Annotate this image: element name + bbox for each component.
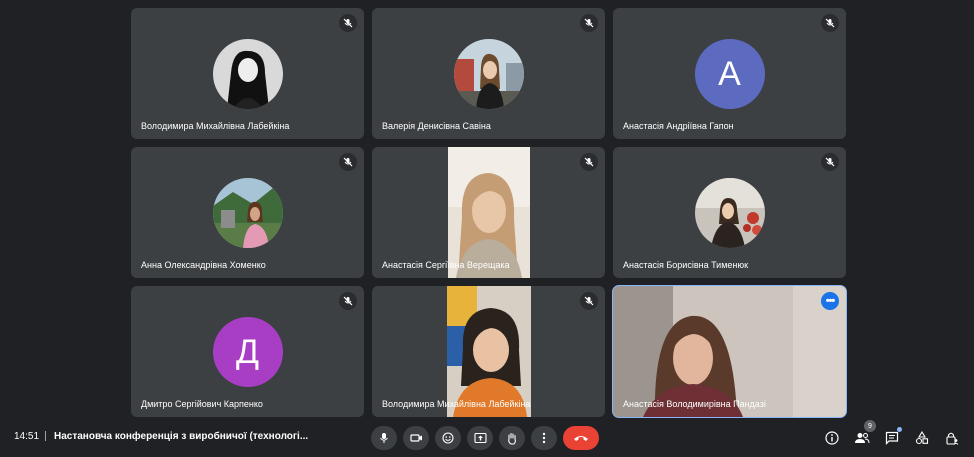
hang-up-icon <box>574 436 588 441</box>
more-options-icon[interactable]: ••• <box>821 292 839 310</box>
people-count-badge: 9 <box>864 420 876 432</box>
side-panel-controls: 9 <box>822 420 962 448</box>
participant-name: Валерія Денисівна Савіна <box>382 121 491 131</box>
participant-name: Володимира Михайлівна Лабейкіна <box>141 121 290 131</box>
camera-button[interactable] <box>403 426 429 450</box>
call-controls <box>371 426 599 450</box>
reactions-button[interactable] <box>435 426 461 450</box>
avatar <box>212 178 283 248</box>
raise-hand-button[interactable] <box>499 426 525 450</box>
participant-name: Дмитро Сергійович Карпенко <box>141 399 263 409</box>
mic-off-icon <box>821 153 839 171</box>
lock-person-icon <box>946 432 959 445</box>
meeting-details-button[interactable] <box>822 428 842 448</box>
meeting-title[interactable]: Настановча конференція з виробничої (тех… <box>54 431 308 442</box>
participant-tile-active[interactable]: ••• Анастасія Володимирівна Пандазі <box>612 285 847 418</box>
activities-icon <box>915 431 929 445</box>
participant-tile[interactable]: Валерія Денисівна Савіна <box>372 8 605 139</box>
clock: 14:51 <box>14 431 40 442</box>
participant-tile[interactable]: Анна Олександрівна Хоменко <box>131 147 364 278</box>
hand-icon <box>508 432 516 445</box>
mic-off-icon <box>580 153 598 171</box>
avatar <box>453 39 524 109</box>
people-button[interactable]: 9 <box>852 420 876 448</box>
mic-off-icon <box>580 14 598 32</box>
camera-icon <box>409 434 422 442</box>
participant-name: Володимира Михайлівна Лабейкіна <box>382 399 531 409</box>
microphone-icon <box>380 433 388 443</box>
emoji-icon <box>442 432 454 444</box>
microphone-button[interactable] <box>371 426 397 450</box>
mic-off-icon <box>339 153 357 171</box>
notification-dot <box>897 427 902 432</box>
avatar <box>694 178 765 248</box>
participant-tile[interactable]: А Анастасія Андріївна Гапон <box>613 8 846 139</box>
info-icon <box>825 431 839 445</box>
avatar-initial: Д <box>235 332 260 371</box>
participant-name: Анастасія Андріївна Гапон <box>623 121 734 131</box>
participant-name: Анастасія Сергіївна Верещака <box>382 260 510 270</box>
mic-off-icon <box>580 292 598 310</box>
chat-button[interactable] <box>882 427 902 448</box>
people-icon <box>855 433 870 444</box>
avatar: Д <box>212 317 283 387</box>
participant-name: Анастасія Володимирівна Пандазі <box>623 399 766 409</box>
mic-off-icon <box>339 292 357 310</box>
avatar <box>212 39 283 109</box>
host-controls-button[interactable] <box>942 428 962 448</box>
mic-off-icon <box>821 14 839 32</box>
video-feed <box>447 147 530 278</box>
mic-off-icon <box>339 14 357 32</box>
participant-tile[interactable]: Анастасія Сергіївна Верещака <box>372 147 605 278</box>
divider <box>45 431 46 441</box>
participant-tile[interactable]: Анастасія Борисівна Тименюк <box>613 147 846 278</box>
video-feed <box>446 286 531 417</box>
leave-call-button[interactable] <box>563 426 599 450</box>
participant-grid: Володимира Михайлівна Лабейкіна Валерія … <box>131 8 847 418</box>
present-button[interactable] <box>467 426 493 450</box>
activities-button[interactable] <box>912 428 932 448</box>
participant-tile[interactable]: Володимира Михайлівна Лабейкіна <box>372 286 605 417</box>
avatar-initial: А <box>718 54 741 93</box>
chat-icon <box>885 431 899 445</box>
bottom-bar: 14:51 Настановча конференція з виробничо… <box>0 415 974 457</box>
participant-name: Анастасія Борисівна Тименюк <box>623 260 749 270</box>
more-options-button[interactable] <box>531 426 557 450</box>
participant-tile[interactable]: Д Дмитро Сергійович Карпенко <box>131 286 364 417</box>
participant-name: Анна Олександрівна Хоменко <box>141 260 266 270</box>
participant-tile[interactable]: Володимира Михайлівна Лабейкіна <box>131 8 364 139</box>
avatar: А <box>694 39 765 109</box>
present-screen-icon <box>473 432 487 444</box>
vertical-dots-icon <box>542 432 546 444</box>
video-feed <box>613 286 846 417</box>
